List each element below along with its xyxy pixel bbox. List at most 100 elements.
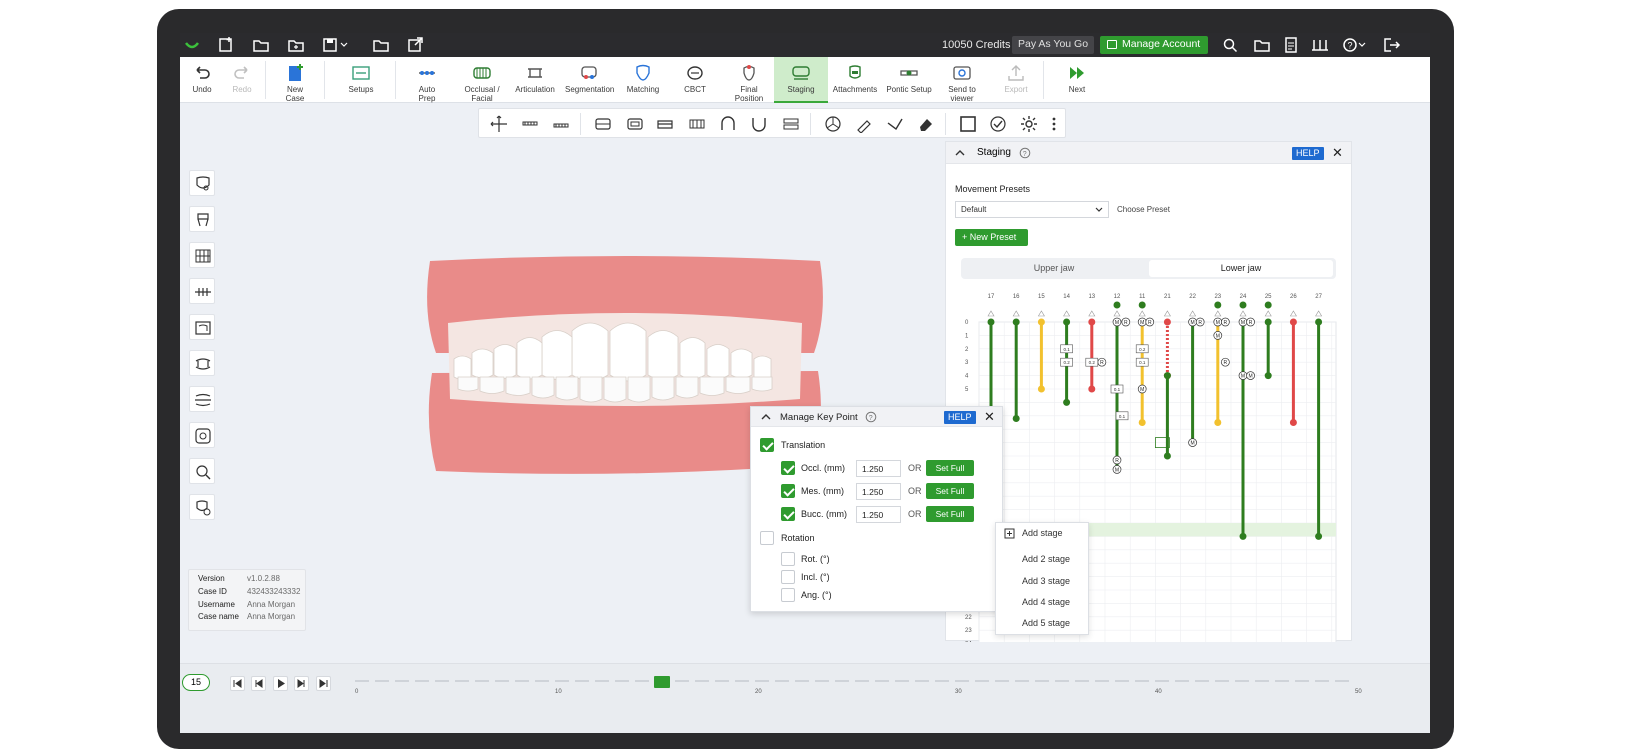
current-step-indicator[interactable]: 15 (182, 674, 210, 691)
redo-button[interactable]: Redo (228, 57, 256, 103)
chevron-up-icon[interactable] (955, 149, 965, 157)
articulation-button[interactable]: Articulation (514, 57, 556, 103)
menu-item-add-2-stage[interactable]: Add 2 stage (1022, 549, 1070, 569)
tab-upper-jaw[interactable]: Upper jaw (963, 260, 1145, 277)
bucc-set-full-button[interactable]: Set Full (926, 506, 974, 522)
mes-input[interactable]: 1.250 (856, 483, 901, 500)
matching-button[interactable]: Matching (624, 57, 662, 103)
next-stage-button[interactable] (294, 676, 309, 691)
staging-button[interactable]: Staging (774, 57, 828, 103)
play-button[interactable] (273, 676, 288, 691)
tooth-download-icon[interactable] (1311, 37, 1329, 53)
external-link-icon[interactable] (407, 37, 425, 53)
jaw-split-tool[interactable] (189, 386, 215, 412)
rot-checkbox[interactable] (781, 552, 795, 566)
pontic-setup-button[interactable]: Pontic Setup (885, 57, 933, 103)
tooth-search-tool[interactable] (189, 458, 215, 484)
chevron-up-icon[interactable] (761, 413, 771, 421)
plan-badge[interactable]: Pay As You Go (1012, 36, 1094, 54)
send-to-viewer-button[interactable]: Send to viewer (937, 57, 987, 103)
ang-checkbox[interactable] (781, 588, 795, 602)
final-position-button[interactable]: Final Position (725, 57, 773, 103)
jaw-compare-tool[interactable] (189, 350, 215, 376)
export-button[interactable]: Export (1002, 57, 1030, 103)
save-icon[interactable] (322, 37, 340, 53)
settings-gear-icon[interactable] (1020, 115, 1038, 133)
logout-icon[interactable] (1383, 37, 1401, 53)
search-icon[interactable] (1222, 37, 1240, 53)
left-view-icon[interactable] (656, 115, 674, 133)
menu-item-add-4-stage[interactable]: Add 4 stage (1022, 592, 1070, 612)
occl-set-full-button[interactable]: Set Full (926, 460, 974, 476)
axis-view-icon[interactable] (824, 115, 842, 133)
new-file-icon[interactable] (217, 37, 235, 53)
new-preset-button[interactable]: + New Preset (955, 229, 1028, 246)
incl-checkbox[interactable] (781, 570, 795, 584)
tooth-rotation-tool[interactable] (189, 422, 215, 448)
bottom-view-icon[interactable] (750, 115, 768, 133)
import-folder-icon[interactable] (287, 37, 305, 53)
bucc-checkbox[interactable] (781, 507, 795, 521)
auto-prep-button[interactable]: Auto Prep (410, 57, 444, 103)
setups-button[interactable]: Setups (346, 57, 376, 103)
translation-checkbox[interactable] (760, 438, 774, 452)
occlusal-view-icon[interactable] (782, 115, 800, 133)
eraser-icon[interactable] (917, 115, 935, 133)
menu-item-add-stage[interactable]: Add stage (1022, 523, 1063, 543)
segmentation-button[interactable]: Segmentation (565, 57, 613, 103)
last-stage-button[interactable] (316, 676, 331, 691)
tooth-history-tool[interactable] (189, 494, 215, 520)
top-view-icon[interactable] (719, 115, 737, 133)
next-button[interactable]: Next (1064, 57, 1090, 103)
folder-link-icon[interactable] (372, 37, 390, 53)
close-icon[interactable]: ✕ (984, 410, 995, 423)
new-case-button[interactable]: New Case (278, 57, 312, 103)
staging-help-button[interactable]: HELP (1292, 147, 1324, 160)
view-visibility-tool[interactable] (189, 170, 215, 196)
document-icon[interactable] (1282, 37, 1300, 53)
info-circle-icon[interactable]: ? (1019, 147, 1031, 159)
rotation-checkbox[interactable] (760, 531, 774, 545)
occl-checkbox[interactable] (781, 461, 795, 475)
previous-stage-button[interactable] (251, 676, 266, 691)
right-view-icon[interactable] (688, 115, 706, 133)
upper-arch-icon[interactable] (521, 115, 539, 133)
occl-label: Occl. (mm) (801, 463, 845, 473)
open-folder-icon[interactable] (252, 37, 270, 53)
lower-arch-icon[interactable] (552, 115, 570, 133)
step-size-label: 0.1 (1063, 347, 1070, 352)
teeth-grid-tool[interactable] (189, 242, 215, 268)
key-point-help-button[interactable]: HELP (944, 411, 976, 424)
move-arrows-icon[interactable] (490, 115, 508, 133)
brush-icon[interactable] (855, 115, 873, 133)
timeline-track[interactable]: 1501020304050 (345, 674, 1365, 694)
chair-tool[interactable] (189, 206, 215, 232)
tab-lower-jaw[interactable]: Lower jaw (1149, 260, 1333, 277)
check-circle-icon[interactable] (989, 115, 1007, 133)
close-icon[interactable]: ✕ (1332, 146, 1343, 159)
more-vertical-icon[interactable] (1045, 115, 1063, 133)
mes-checkbox[interactable] (781, 484, 795, 498)
front-view-icon[interactable] (594, 115, 612, 133)
tooth-image-tool[interactable] (189, 314, 215, 340)
preset-select[interactable]: Default (955, 201, 1109, 218)
manage-account-button[interactable]: Manage Account (1100, 36, 1208, 54)
occl-input[interactable]: 1.250 (856, 460, 901, 477)
menu-item-add-3-stage[interactable]: Add 3 stage (1022, 571, 1070, 591)
chevron-down-icon[interactable] (340, 37, 358, 53)
square-select-icon[interactable] (959, 115, 977, 133)
undo-button[interactable]: Undo (188, 57, 216, 103)
info-circle-icon[interactable]: ? (865, 411, 877, 423)
back-view-icon[interactable] (626, 115, 644, 133)
menu-item-add-5-stage[interactable]: Add 5 stage (1022, 613, 1070, 633)
occlusal-facial-button[interactable]: Occlusal / Facial (454, 57, 510, 103)
occlusion-plane-tool[interactable] (189, 278, 215, 304)
folder-info-icon[interactable] (1253, 37, 1271, 53)
attachments-button[interactable]: Attachments (832, 57, 878, 103)
cbct-button[interactable]: CBCT (681, 57, 709, 103)
bucc-input[interactable]: 1.250 (856, 506, 901, 523)
chevron-down-icon[interactable] (1358, 37, 1376, 53)
cut-tool-icon[interactable] (886, 115, 904, 133)
mes-set-full-button[interactable]: Set Full (926, 483, 974, 499)
first-stage-button[interactable] (230, 676, 245, 691)
